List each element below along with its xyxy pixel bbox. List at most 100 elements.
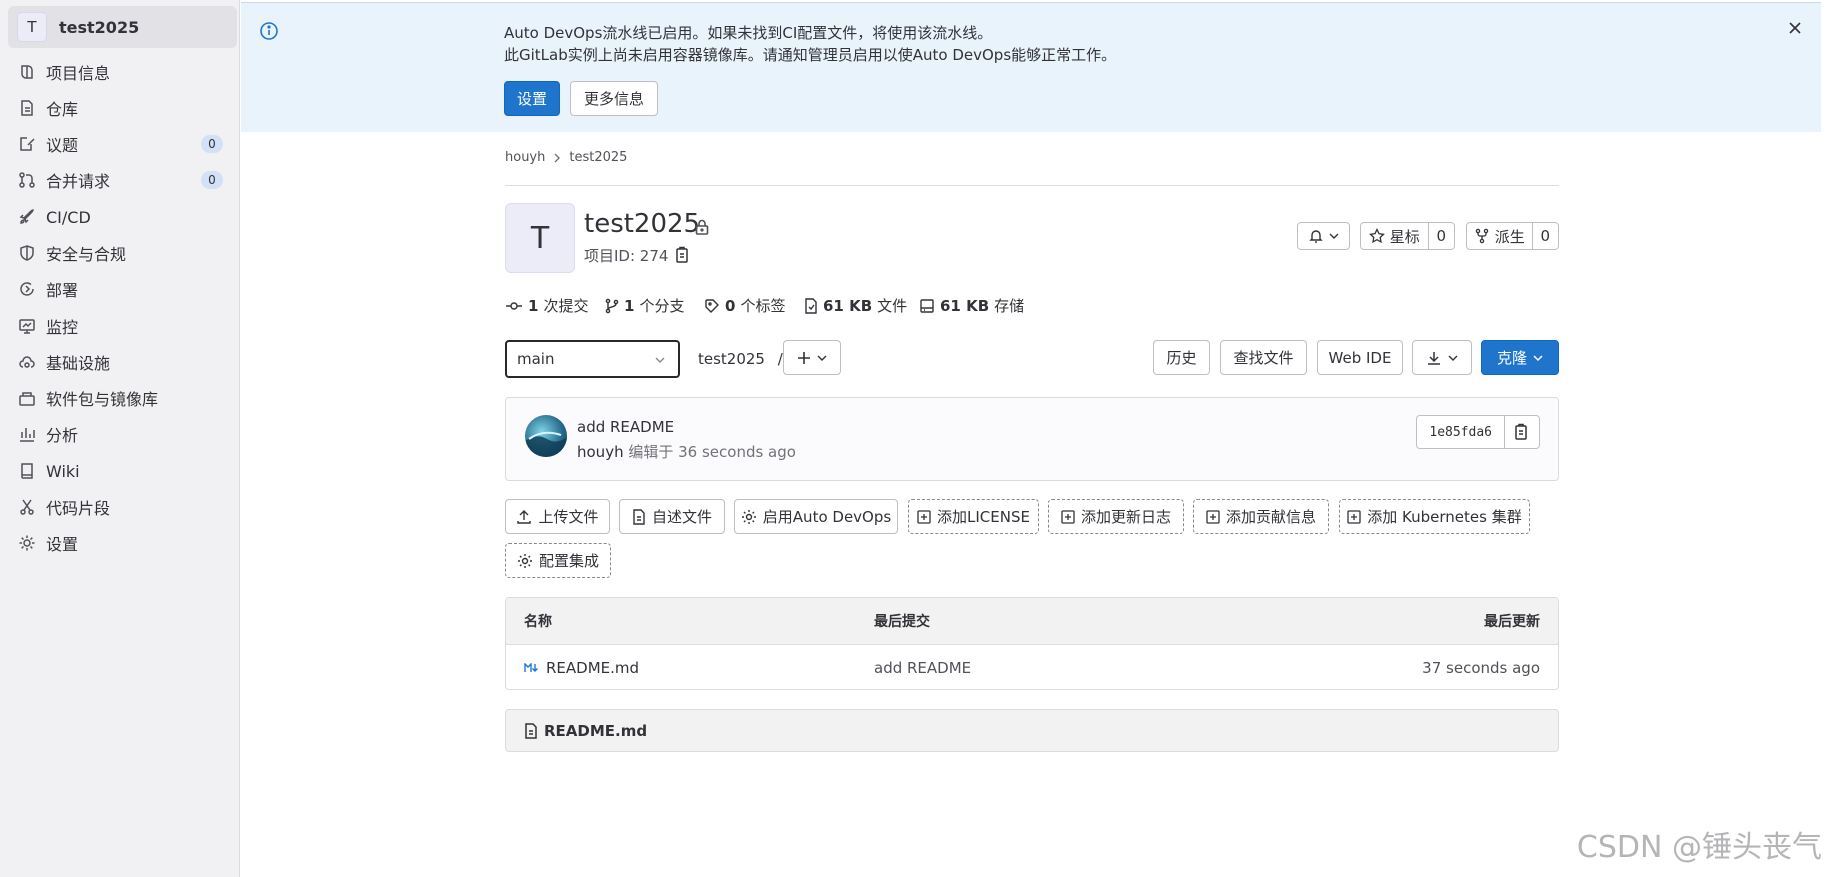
sidebar-item-issues[interactable]: 议题 0 [8,127,237,161]
merge-requests-count-badge: 0 [201,171,223,189]
add-license-label: 添加LICENSE [937,508,1030,526]
file-name-cell[interactable]: README.md [524,659,639,677]
star-label: 星标 [1389,227,1420,246]
copy-icon[interactable] [1505,416,1539,448]
sidebar-item-analytics[interactable]: 分析 [8,417,237,451]
add-kubernetes-button[interactable]: 添加 Kubernetes 集群 [1339,499,1530,534]
plus-square-icon [1347,509,1361,524]
sidebar-item-project-info[interactable]: 项目信息 [8,55,237,89]
upload-file-button[interactable]: 上传文件 [505,499,610,534]
sidebar-item-snippets[interactable]: 代码片段 [8,490,237,524]
repo-path: test2025 / [698,350,783,368]
find-file-button[interactable]: 查找文件 [1220,340,1307,375]
last-commit-panel: add README houyh 编辑于 36 seconds ago 1e85… [505,397,1559,481]
chevron-down-icon [654,354,666,366]
sidebar-item-merge-requests[interactable]: 合并请求 0 [8,163,237,197]
stat-branches-number: 1 [624,296,635,315]
book-icon [18,462,36,480]
banner-text-line1: Auto DevOps流水线已启用。如果未找到CI配置文件，将使用该流水线。 [504,24,993,42]
fork-button[interactable]: 派生 0 [1466,222,1559,250]
close-icon[interactable] [1785,18,1805,38]
commit-meta: houyh 编辑于 36 seconds ago [577,441,796,462]
branch-selector[interactable]: main [505,340,680,378]
breadcrumb-owner[interactable]: houyh [505,150,545,165]
sidebar-item-label: 基础设施 [46,354,111,373]
stat-branches[interactable]: 1 个分支 [605,295,684,316]
rocket-icon [18,208,36,226]
avatar[interactable] [525,415,567,457]
sidebar-item-label: 代码片段 [46,499,111,518]
sidebar-item-repository[interactable]: 仓库 [8,91,237,125]
clone-label: 克隆 [1496,349,1527,367]
upload-file-label: 上传文件 [538,508,599,526]
chevron-down-icon [1533,354,1543,362]
add-to-tree-dropdown[interactable] [783,340,841,375]
storage-icon [919,298,935,314]
stat-files[interactable]: 61 KB 文件 [804,295,907,316]
add-license-button[interactable]: 添加LICENSE [908,499,1039,534]
configure-integrations-button[interactable]: 配置集成 [505,543,611,578]
table-row[interactable]: README.md add README 37 seconds ago [506,645,1558,689]
commit-author[interactable]: houyh [577,443,624,461]
sidebar-item-settings[interactable]: 设置 [8,526,237,560]
notifications-dropdown[interactable] [1297,222,1350,250]
plus-icon [797,351,811,365]
project-context-switcher[interactable]: T test2025 [8,6,237,48]
banner-settings-button[interactable]: 设置 [504,81,560,116]
stat-storage[interactable]: 61 KB 存储 [919,295,1024,316]
issues-icon [18,135,36,153]
sidebar-item-monitor[interactable]: 监控 [8,309,237,343]
file-last-commit[interactable]: add README [874,659,971,677]
package-icon [18,389,36,407]
commit-title[interactable]: add README [577,418,674,436]
web-ide-button[interactable]: Web IDE [1317,340,1403,375]
commit-sha[interactable]: 1e85fda6 [1417,416,1505,448]
shield-icon [18,244,36,262]
sidebar-item-deployments[interactable]: 部署 [8,272,237,306]
download-dropdown[interactable] [1412,340,1472,375]
repo-path-root[interactable]: test2025 [698,350,765,368]
commit-icon [505,299,523,313]
auto-devops-banner: Auto DevOps流水线已启用。如果未找到CI配置文件，将使用该流水线。 此… [241,2,1821,132]
document-icon [18,99,36,117]
sidebar-item-label: 项目信息 [46,64,111,83]
banner-text-line2: 此GitLab实例上尚未启用容器镜像库。请通知管理员启用以使Auto DevOp… [504,46,1117,64]
column-header-last-update: 最后更新 [1484,614,1540,630]
history-button[interactable]: 历史 [1153,340,1210,375]
star-button[interactable]: 星标 0 [1360,222,1455,250]
page-title: test2025 [584,209,701,239]
fork-label: 派生 [1494,227,1525,246]
sidebar-item-cicd[interactable]: CI/CD [8,200,237,234]
readme-button[interactable]: 自述文件 [619,499,725,534]
branch-icon [605,298,619,314]
chevron-down-icon [817,354,827,362]
lock-icon [693,218,711,236]
table-header: 名称 最后提交 最后更新 [506,598,1558,645]
readme-filename[interactable]: README.md [544,722,647,740]
clone-dropdown[interactable]: 克隆 [1481,340,1559,375]
breadcrumb-project[interactable]: test2025 [569,150,627,165]
sidebar-item-security[interactable]: 安全与合规 [8,236,237,270]
sidebar-item-wiki[interactable]: Wiki [8,454,237,488]
stat-branches-label: 个分支 [639,297,685,315]
stat-storage-label: 存储 [994,297,1025,315]
column-header-name: 名称 [524,614,552,630]
project-avatar: T [505,203,575,273]
enable-auto-devops-button[interactable]: 启用Auto DevOps [734,499,898,534]
stat-tags[interactable]: 0 个标签 [704,295,785,316]
fork-count[interactable]: 0 [1533,223,1558,249]
stat-tags-number: 0 [725,296,736,315]
sidebar-item-packages[interactable]: 软件包与镜像库 [8,381,237,415]
copy-icon[interactable] [675,246,691,264]
sidebar: T test2025 项目信息 仓库 议题 0 合并请求 0 CI/CD 安全与… [0,0,240,877]
add-contributing-button[interactable]: 添加贡献信息 [1193,499,1329,534]
star-count[interactable]: 0 [1429,223,1454,249]
branch-name: main [517,350,555,368]
commit-time: 编辑于 36 seconds ago [628,443,796,461]
star-icon [1368,228,1385,244]
banner-more-info-button[interactable]: 更多信息 [570,81,658,116]
stat-commits[interactable]: 1 次提交 [505,295,588,316]
sidebar-item-infrastructure[interactable]: 基础设施 [8,345,237,379]
add-changelog-button[interactable]: 添加更新日志 [1048,499,1184,534]
chevron-down-icon [1329,232,1339,240]
